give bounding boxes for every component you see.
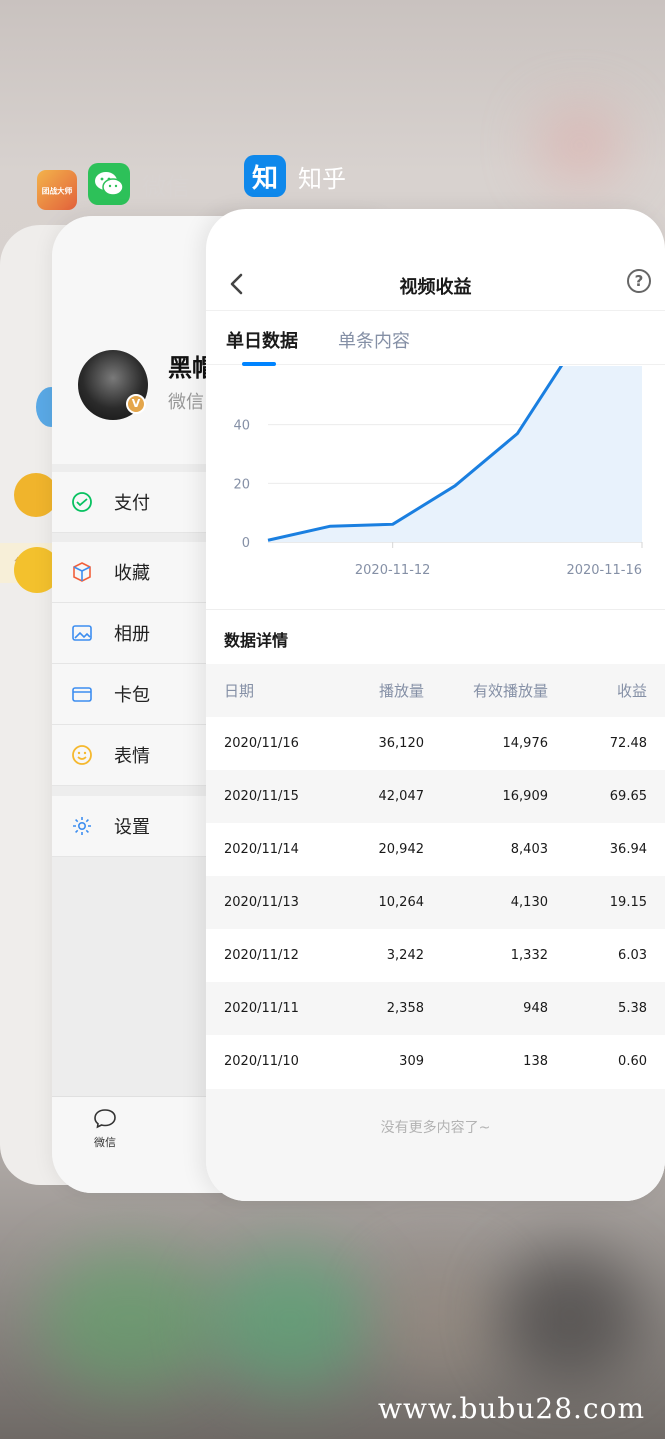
table-cell: 42,047	[378, 789, 425, 804]
table-cell: 19.15	[609, 895, 647, 910]
table-row: 2020/11/12 3,242 1,332 6.03	[206, 929, 665, 982]
nav-bar: 视频收益 ?	[206, 259, 665, 311]
menu-item-label: 表情	[114, 746, 150, 767]
table-cell: 2020/11/10	[224, 1054, 299, 1069]
table-row: 2020/11/15 42,047 16,909 69.65	[206, 770, 665, 823]
column-header: 日期	[224, 682, 255, 700]
blurred-dock-blob	[380, 1260, 500, 1380]
table-row: 2020/11/10 309 138 0.60	[206, 1035, 665, 1088]
x-tick-label: 2020-11-16	[566, 563, 642, 578]
table-cell: 8,403	[510, 842, 548, 857]
table-cell: 948	[523, 1001, 548, 1016]
table-cell: 2020/11/13	[224, 895, 299, 910]
x-tick-label: 2020-11-12	[355, 563, 431, 578]
revenue-chart: 0 20 40 2020-11-12 2020-11-16	[233, 366, 643, 578]
tab-wechat[interactable]: 微信	[92, 1107, 118, 1150]
wechat-app-header[interactable]: 微信	[88, 163, 190, 205]
pay-icon	[70, 490, 94, 514]
blurred-wallpaper-blob	[540, 110, 620, 180]
table-cell: 5.38	[618, 1001, 647, 1016]
y-tick-label: 40	[233, 419, 250, 434]
table-row: 2020/11/14 20,942 8,403 36.94	[206, 823, 665, 876]
table-cell: 6.03	[618, 948, 647, 963]
table-cell: 2,358	[386, 1001, 424, 1016]
list-end-footer: 没有更多内容了~	[206, 1089, 665, 1201]
table-cell: 3,242	[386, 948, 424, 963]
verified-badge: V	[126, 394, 146, 414]
table-cell: 10,264	[378, 895, 425, 910]
menu-item-label: 设置	[114, 817, 150, 838]
tab-bar: 单日数据 单条内容	[206, 311, 665, 366]
table-cell: 36.94	[609, 842, 647, 857]
profile-subtitle: 微信	[168, 392, 204, 413]
table-cell: 14,976	[502, 736, 549, 751]
zhihu-app-header[interactable]: 知 知乎	[244, 155, 346, 197]
tab-daily-data[interactable]: 单日数据	[226, 327, 298, 353]
blurred-dock-blob	[210, 1250, 370, 1390]
divider	[206, 609, 665, 610]
zhihu-icon: 知	[244, 155, 286, 197]
table-cell: 309	[399, 1054, 424, 1069]
table-cell: 0.60	[618, 1054, 647, 1069]
table-row: 2020/11/11 2,358 948 5.38	[206, 982, 665, 1035]
album-icon	[70, 621, 94, 645]
no-more-content-text: 没有更多内容了~	[380, 1120, 491, 1136]
blurred-dock-blob	[500, 1250, 640, 1380]
table-row: 2020/11/16 36,120 14,976 72.48	[206, 717, 665, 770]
settings-icon	[70, 814, 94, 838]
table-cell: 2020/11/15	[224, 789, 299, 804]
tab-single-content[interactable]: 单条内容	[338, 327, 410, 353]
table-cell: 72.48	[609, 736, 647, 751]
table-row: 2020/11/13 10,264 4,130 19.15	[206, 876, 665, 929]
chat-bubble-icon	[94, 1109, 116, 1129]
table-cell: 69.65	[609, 789, 647, 804]
table-cell: 1,332	[510, 948, 548, 963]
sticker-icon	[70, 743, 94, 767]
game-app-icon[interactable]: 团战大师	[37, 170, 77, 210]
column-header: 有效播放量	[472, 682, 548, 700]
data-table: 日期 播放量 有效播放量 收益 2020/11/16 36,120 14,976 72…	[206, 664, 665, 1088]
zhihu-app-card[interactable]: 视频收益 ? 单日数据 单条内容 0 20 40 2020-11-12 2020-11-…	[206, 209, 665, 1201]
column-header: 播放量	[378, 682, 424, 700]
game-app-icon-text: 团战大师	[41, 187, 73, 196]
y-tick-label: 0	[242, 536, 250, 551]
table-cell: 2020/11/11	[224, 1001, 299, 1016]
area-fill	[268, 366, 642, 542]
table-cell: 2020/11/14	[224, 842, 299, 857]
wechat-icon	[88, 163, 130, 205]
menu-item-label: 支付	[114, 493, 150, 514]
favorites-icon	[70, 560, 94, 584]
y-tick-label: 20	[233, 477, 250, 492]
help-icon[interactable]: ?	[627, 269, 651, 293]
watermark: www.bubu28.com	[377, 1392, 645, 1425]
column-header: 收益	[616, 682, 647, 700]
table-cell: 138	[523, 1054, 548, 1069]
table-cell: 16,909	[502, 789, 549, 804]
table-cell: 20,942	[378, 842, 425, 857]
menu-item-label: 相册	[114, 624, 150, 645]
page-title: 视频收益	[399, 277, 472, 298]
tab-wechat-label: 微信	[94, 1136, 116, 1149]
table-cell: 4,130	[510, 895, 548, 910]
zhihu-app-name: 知乎	[298, 164, 346, 193]
menu-item-label: 收藏	[114, 563, 150, 584]
wechat-app-name: 微信	[142, 172, 190, 201]
table-cell: 36,120	[378, 736, 425, 751]
blurred-dock-blob	[40, 1250, 220, 1390]
table-cell: 2020/11/12	[224, 948, 299, 963]
cardwallet-icon	[70, 682, 94, 706]
section-title: 数据详情	[224, 631, 289, 650]
table-header-row: 日期 播放量 有效播放量 收益	[206, 664, 665, 717]
table-cell: 2020/11/16	[224, 736, 299, 751]
menu-item-label: 卡包	[114, 685, 150, 706]
